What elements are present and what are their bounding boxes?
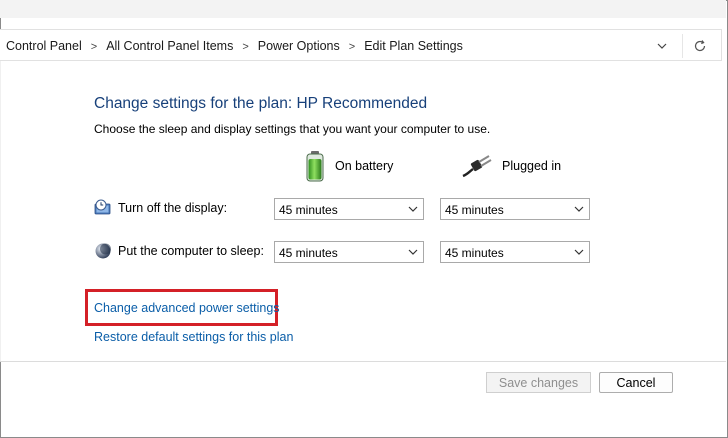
display-plugged-select[interactable]: 45 minutes (440, 198, 590, 220)
sleep-moon-icon (95, 243, 111, 259)
sleep-plugged-select[interactable]: 45 minutes (440, 241, 590, 263)
chevron-down-icon (574, 249, 584, 255)
breadcrumb-separator[interactable]: > (349, 41, 355, 53)
column-header-battery: On battery (305, 150, 393, 182)
select-value: 45 minutes (445, 246, 504, 260)
breadcrumb-separator[interactable]: > (242, 41, 248, 53)
power-plug-icon (462, 155, 492, 178)
page-description: Choose the sleep and display settings th… (94, 122, 491, 136)
breadcrumb-all-items[interactable]: All Control Panel Items (106, 39, 233, 53)
address-bar-divider (682, 34, 683, 58)
advanced-power-settings-link[interactable]: Change advanced power settings (94, 301, 280, 315)
footer-divider (0, 361, 726, 362)
battery-icon (306, 151, 324, 182)
refresh-icon (694, 40, 706, 52)
column-label-plugged: Plugged in (502, 159, 562, 173)
select-value: 45 minutes (445, 203, 504, 217)
select-value: 45 minutes (279, 203, 338, 217)
save-changes-button[interactable]: Save changes (486, 372, 591, 393)
address-bar[interactable]: Control Panel > All Control Panel Items > Po… (0, 29, 722, 61)
chevron-down-icon (657, 43, 667, 49)
display-timer-icon (94, 199, 111, 215)
row-label-sleep: Put the computer to sleep: (118, 244, 264, 258)
breadcrumb-control-panel[interactable]: Control Panel (6, 39, 82, 53)
breadcrumb: Control Panel > All Control Panel Items > Po… (6, 39, 463, 53)
breadcrumb-power-options[interactable]: Power Options (258, 39, 340, 53)
title-bar-strip (0, 0, 726, 18)
page-title: Change settings for the plan: HP Recomme… (94, 95, 428, 112)
refresh-button[interactable] (688, 35, 712, 57)
address-history-dropdown[interactable] (650, 36, 674, 56)
display-battery-select[interactable]: 45 minutes (274, 198, 424, 220)
column-header-plugged: Plugged in (462, 150, 561, 182)
breadcrumb-separator[interactable]: > (91, 41, 97, 53)
cancel-button[interactable]: Cancel (599, 372, 673, 393)
restore-defaults-link[interactable]: Restore default settings for this plan (94, 330, 293, 344)
chevron-down-icon (408, 206, 418, 212)
row-label-display: Turn off the display: (118, 201, 228, 215)
chevron-down-icon (408, 249, 418, 255)
column-label-battery: On battery (335, 159, 394, 173)
sleep-battery-select[interactable]: 45 minutes (274, 241, 424, 263)
select-value: 45 minutes (279, 246, 338, 260)
breadcrumb-edit-plan-settings[interactable]: Edit Plan Settings (364, 39, 463, 53)
left-edge-line (0, 61, 1, 361)
chevron-down-icon (574, 206, 584, 212)
